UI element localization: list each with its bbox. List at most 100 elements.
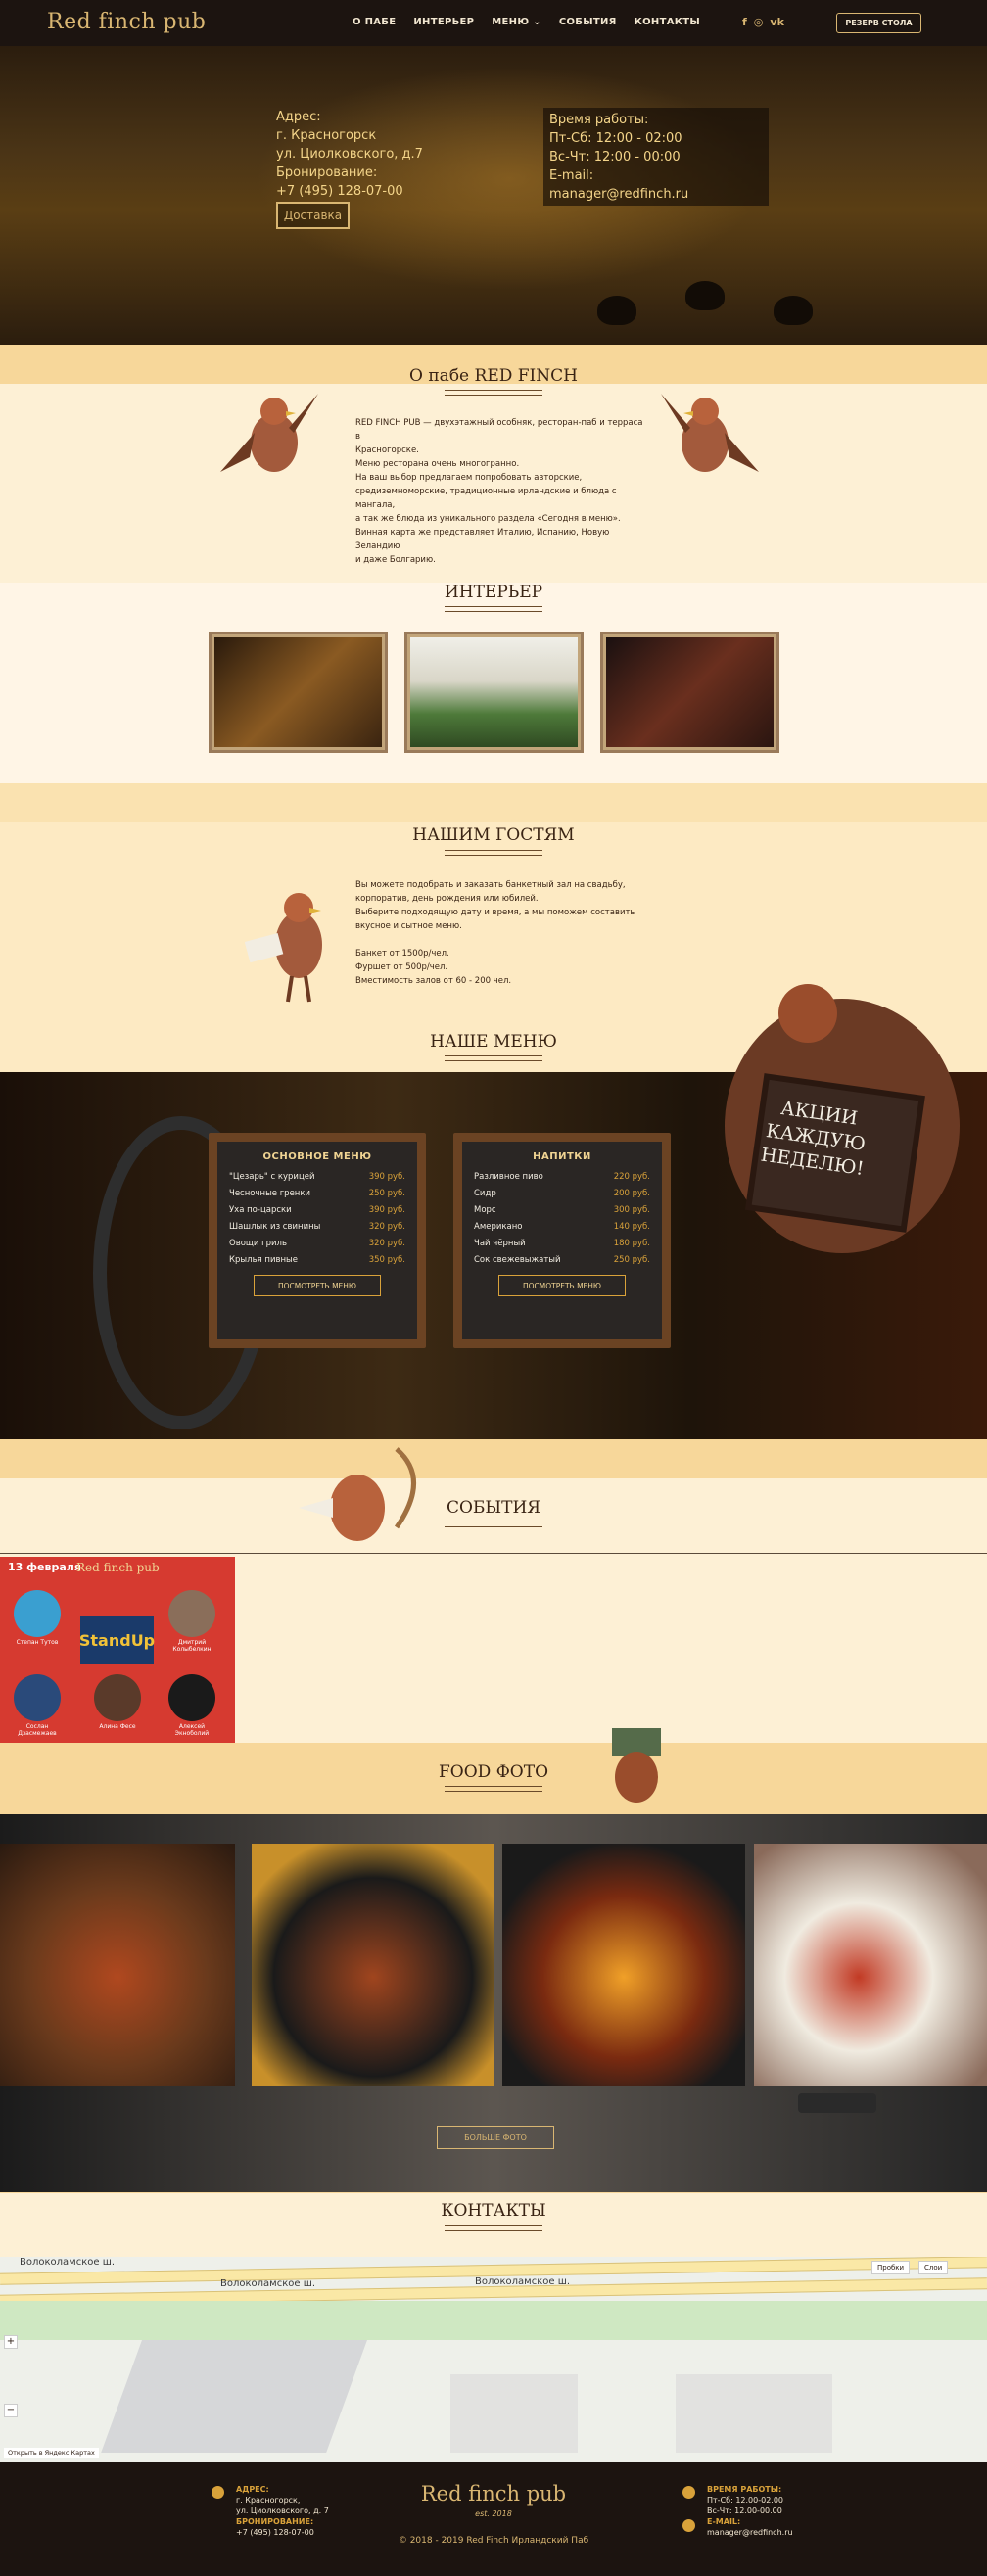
- map-park: [0, 2301, 987, 2340]
- drink-name: Разливное пиво: [474, 1172, 543, 1182]
- social-links: f ◎ vk: [742, 16, 784, 28]
- site-footer: АДРЕС: г. Красногорск, ул. Циолковского,…: [0, 2462, 987, 2576]
- event-date: 13 февраля: [8, 1561, 81, 1573]
- email-link[interactable]: manager@redfinch.ru: [549, 185, 763, 204]
- contacts-title: КОНТАКТЫ: [441, 2201, 546, 2221]
- menu-item: Разливное пиво 220 руб.: [474, 1172, 650, 1182]
- food-title: FOOD ФОТО: [438, 1762, 549, 1782]
- event-logo: Red finch pub: [76, 1561, 160, 1574]
- drinks-menu-board: НАПИТКИ Разливное пиво 220 руб. Сидр 200 р…: [453, 1133, 671, 1348]
- interior-photo-hall[interactable]: [209, 632, 388, 753]
- about-line: Красногорске.: [355, 445, 419, 455]
- food-photo-burger[interactable]: [502, 1844, 745, 2086]
- interior-photo-terrace[interactable]: [404, 632, 584, 753]
- footer-hours-weekday: Вс-Чт: 12.00-00.00: [707, 2506, 782, 2515]
- reserve-table-button[interactable]: РЕЗЕРВ СТОЛА: [836, 13, 921, 33]
- map-building: [101, 2335, 369, 2453]
- interior-photo-bar[interactable]: [600, 632, 779, 753]
- drink-name: Морс: [474, 1205, 496, 1215]
- drink-name: Сидр: [474, 1189, 496, 1198]
- location-pin-icon: [212, 2486, 224, 2499]
- ornament-divider: [445, 606, 542, 612]
- nav-item-events[interactable]: СОБЫТИЯ: [559, 17, 617, 27]
- vk-icon[interactable]: vk: [770, 16, 784, 28]
- dish-name: "Цезарь" с курицей: [229, 1172, 315, 1182]
- performer-avatar: [94, 1674, 141, 1721]
- delivery-button[interactable]: Доставка: [276, 202, 350, 229]
- map-layers-button[interactable]: Слои: [918, 2261, 949, 2274]
- ornament-divider: [445, 1055, 542, 1061]
- street-label: Волоколамское ш.: [20, 2257, 116, 2268]
- nav-item-interior[interactable]: ИНТЕРЬЕР: [413, 17, 474, 27]
- dish-name: Овощи гриль: [229, 1239, 287, 1248]
- menu-item: Сидр 200 руб.: [474, 1189, 650, 1198]
- footer-booking-label: БРОНИРОВАНИЕ:: [236, 2517, 314, 2526]
- main-menu-chalkboard: ОСНОВНОЕ МЕНЮ "Цезарь" с курицей 390 руб.…: [217, 1142, 417, 1339]
- view-drinks-menu-button[interactable]: ПОСМОТРЕТЬ МЕНЮ: [498, 1275, 626, 1296]
- nav-item-about[interactable]: О ПАБЕ: [352, 17, 396, 27]
- performer-name: Алексей Экноболий: [174, 1723, 210, 1737]
- banquet-price: Банкет от 1500р/чел.: [355, 949, 449, 959]
- map-building: [450, 2374, 578, 2453]
- performer-name: Дмитрий Колыбелкин: [172, 1639, 212, 1653]
- email-label: E-mail:: [549, 168, 594, 183]
- food-photo-breakfast[interactable]: [754, 1844, 987, 2086]
- zoom-in-icon[interactable]: +: [4, 2335, 18, 2349]
- zoom-out-icon[interactable]: −: [4, 2404, 18, 2417]
- events-title: СОБЫТИЯ: [446, 1498, 541, 1518]
- menu-item: Морс 300 руб.: [474, 1205, 650, 1215]
- hero-hours-info: Время работы: Пт-Сб: 12:00 - 02:00 Вс-Чт…: [543, 108, 769, 206]
- footer-phone[interactable]: +7 (495) 128-07-00: [236, 2527, 329, 2538]
- address-label: Адрес:: [276, 110, 321, 124]
- dish-price: 390 руб.: [368, 1205, 405, 1215]
- drink-price: 200 руб.: [613, 1189, 650, 1198]
- ornament-divider: [445, 1522, 542, 1527]
- footer-logo[interactable]: Red finch pub: [396, 2482, 591, 2506]
- nav-item-menu[interactable]: МЕНЮ ⌄: [492, 17, 541, 27]
- location-map[interactable]: Волоколамское ш. Волоколамское ш. Волоко…: [0, 2257, 987, 2462]
- bottle-label-decoration: [798, 2093, 876, 2113]
- view-main-menu-button[interactable]: ПОСМОТРЕТЬ МЕНЮ: [254, 1275, 381, 1296]
- phone-link[interactable]: +7 (495) 128-07-00: [276, 182, 423, 201]
- facebook-icon[interactable]: f: [742, 16, 747, 28]
- performer-name: Сослан Дзасмежаев: [18, 1723, 57, 1737]
- footer-address-city: г. Красногорск,: [236, 2496, 301, 2505]
- menu-item: Шашлык из свинины 320 руб.: [229, 1222, 405, 1232]
- event-poster[interactable]: 13 февраля Red finch pub StandUp Степан …: [0, 1557, 235, 1745]
- about-section: О пабе RED FINCH RED FINCH PUB — двухэта…: [0, 345, 987, 585]
- more-photos-button[interactable]: БОЛЬШЕ ФОТО: [437, 2126, 554, 2149]
- hours-weekend: Пт-Сб: 12:00 - 02:00: [549, 131, 682, 146]
- map-traffic-button[interactable]: Пробки: [871, 2261, 911, 2274]
- footer-hours: ВРЕМЯ РАБОТЫ: Пт-Сб: 12.00-02.00 Вс-Чт: …: [707, 2484, 793, 2538]
- food-photo-stew[interactable]: [252, 1844, 494, 2086]
- footer-address-label: АДРЕС:: [236, 2485, 269, 2494]
- menu-item: Крылья пивные 350 руб.: [229, 1255, 405, 1265]
- menu-item: Американо 140 руб.: [474, 1222, 650, 1232]
- wave-divider: [0, 783, 987, 822]
- footer-copyright: © 2018 - 2019 Red Finch Ирландский Паб: [398, 2536, 589, 2546]
- food-photo-ribs[interactable]: [0, 1844, 235, 2086]
- interior-title: ИНТЕРЬЕР: [444, 583, 543, 602]
- drinks-title: НАПИТКИ: [533, 1151, 591, 1162]
- drink-name: Американо: [474, 1222, 523, 1232]
- about-line: На ваш выбор предлагаем попробовать авто…: [355, 473, 583, 483]
- hours-label: Время работы:: [549, 113, 649, 127]
- footer-email-label: E-MAIL:: [707, 2517, 741, 2526]
- performer-avatar: [14, 1674, 61, 1721]
- open-yandex-maps-link[interactable]: Открыть в Яндекс.Картах: [4, 2448, 99, 2458]
- menu-item: Сок свежевыжатый 250 руб.: [474, 1255, 650, 1265]
- divider-line: [0, 1553, 987, 1554]
- menu-item: Уха по-царски 390 руб.: [229, 1205, 405, 1215]
- main-menu-board: ОСНОВНОЕ МЕНЮ "Цезарь" с курицей 390 руб.…: [209, 1133, 426, 1348]
- about-line: средиземноморские, традиционные ирландск…: [355, 487, 617, 510]
- instagram-icon[interactable]: ◎: [754, 16, 764, 28]
- footer-email[interactable]: manager@redfinch.ru: [707, 2527, 793, 2538]
- ornament-divider: [445, 390, 542, 396]
- site-logo[interactable]: Red finch pub: [47, 10, 206, 34]
- nav-item-contacts[interactable]: КОНТАКТЫ: [634, 17, 700, 27]
- hero-address-info: Адрес: г. Красногорск ул. Циолковского, …: [276, 108, 423, 201]
- about-line: а так же блюда из уникального раздела «С…: [355, 514, 621, 524]
- lamp-icon: [685, 281, 725, 310]
- performer-avatar: [168, 1590, 215, 1637]
